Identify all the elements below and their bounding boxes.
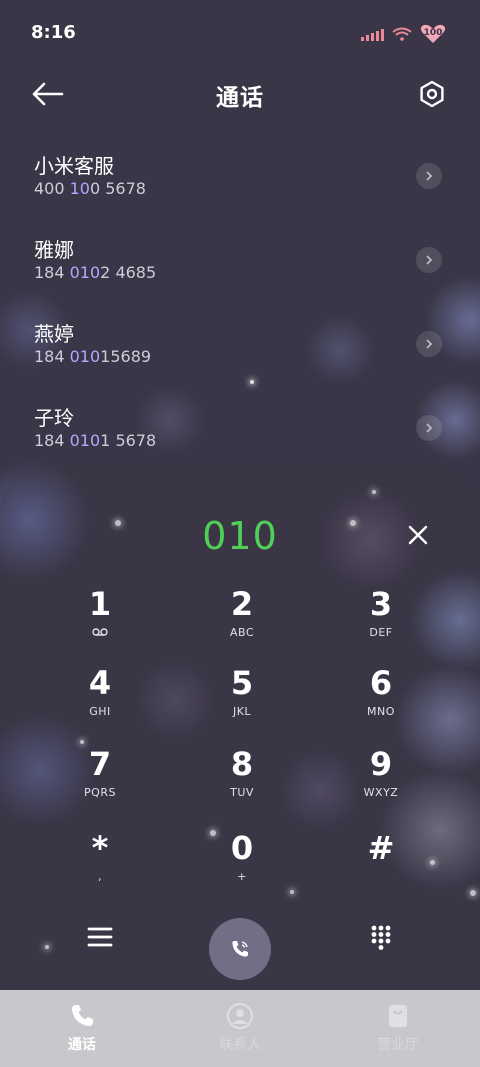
tab-calls[interactable]: 通话 bbox=[2, 990, 162, 1067]
battery-icon: 100 bbox=[420, 24, 446, 44]
contact-number: 184 0102 4685 bbox=[34, 263, 157, 282]
settings-icon[interactable] bbox=[418, 80, 446, 108]
bottom-tab-bar: 通话 联系人 营业厅 bbox=[0, 990, 480, 1067]
wifi-icon bbox=[392, 27, 412, 41]
contact-list: 小米客服 400 100 5678 雅娜 184 0102 4685 燕婷 18… bbox=[0, 130, 480, 466]
dial-key-6[interactable]: 6 MNO bbox=[311, 665, 451, 739]
dial-key-0[interactable]: 0 + bbox=[172, 830, 312, 904]
contact-name: 小米客服 bbox=[34, 154, 114, 178]
dial-key-9[interactable]: 9 WXYZ bbox=[311, 746, 451, 820]
dial-key-star[interactable]: *, bbox=[30, 830, 170, 904]
dial-key-4[interactable]: 4 GHI bbox=[30, 665, 170, 739]
contact-number: 400 100 5678 bbox=[34, 179, 146, 198]
status-bar: 8:16 100 bbox=[0, 0, 480, 66]
status-time: 8:16 bbox=[31, 22, 76, 43]
shop-icon bbox=[389, 1005, 407, 1027]
tab-service-hall[interactable]: 营业厅 bbox=[318, 990, 478, 1067]
contact-row[interactable]: 小米客服 400 100 5678 bbox=[0, 130, 480, 214]
dialpad-toggle-icon[interactable] bbox=[366, 922, 396, 952]
dial-key-5[interactable]: 5 JKL bbox=[172, 665, 312, 739]
dial-key-7[interactable]: 7 PQRS bbox=[30, 746, 170, 820]
chevron-right-icon[interactable] bbox=[416, 247, 442, 273]
header: 通话 bbox=[0, 66, 480, 122]
dial-key-8[interactable]: 8 TUV bbox=[172, 746, 312, 820]
battery-level: 100 bbox=[423, 28, 443, 38]
page-title: 通话 bbox=[216, 85, 264, 111]
chevron-right-icon[interactable] bbox=[416, 331, 442, 357]
contact-row[interactable]: 雅娜 184 0102 4685 bbox=[0, 214, 480, 298]
contact-row[interactable]: 子玲 184 0101 5678 bbox=[0, 382, 480, 466]
phone-icon bbox=[71, 1005, 93, 1027]
dial-key-hash[interactable]: # bbox=[311, 830, 451, 904]
contact-name: 燕婷 bbox=[34, 322, 74, 346]
call-button[interactable] bbox=[209, 918, 271, 980]
contact-number: 184 0101 5678 bbox=[34, 431, 157, 450]
menu-icon[interactable] bbox=[84, 923, 116, 951]
voicemail-icon bbox=[30, 626, 170, 639]
contact-name: 雅娜 bbox=[34, 238, 74, 262]
contact-row[interactable]: 燕婷 184 01015689 bbox=[0, 298, 480, 382]
signal-icon bbox=[361, 27, 384, 41]
dial-key-1[interactable]: 1 bbox=[30, 586, 170, 660]
dial-key-3[interactable]: 3 DEF bbox=[311, 586, 451, 660]
contact-number: 184 01015689 bbox=[34, 347, 152, 366]
chevron-right-icon[interactable] bbox=[416, 163, 442, 189]
tab-contacts[interactable]: 联系人 bbox=[160, 990, 320, 1067]
person-icon bbox=[227, 1003, 253, 1029]
contact-name: 子玲 bbox=[34, 406, 74, 430]
phone-call-icon bbox=[232, 941, 248, 957]
clear-icon[interactable] bbox=[402, 519, 434, 551]
chevron-right-icon[interactable] bbox=[416, 415, 442, 441]
dial-key-2[interactable]: 2 ABC bbox=[172, 586, 312, 660]
